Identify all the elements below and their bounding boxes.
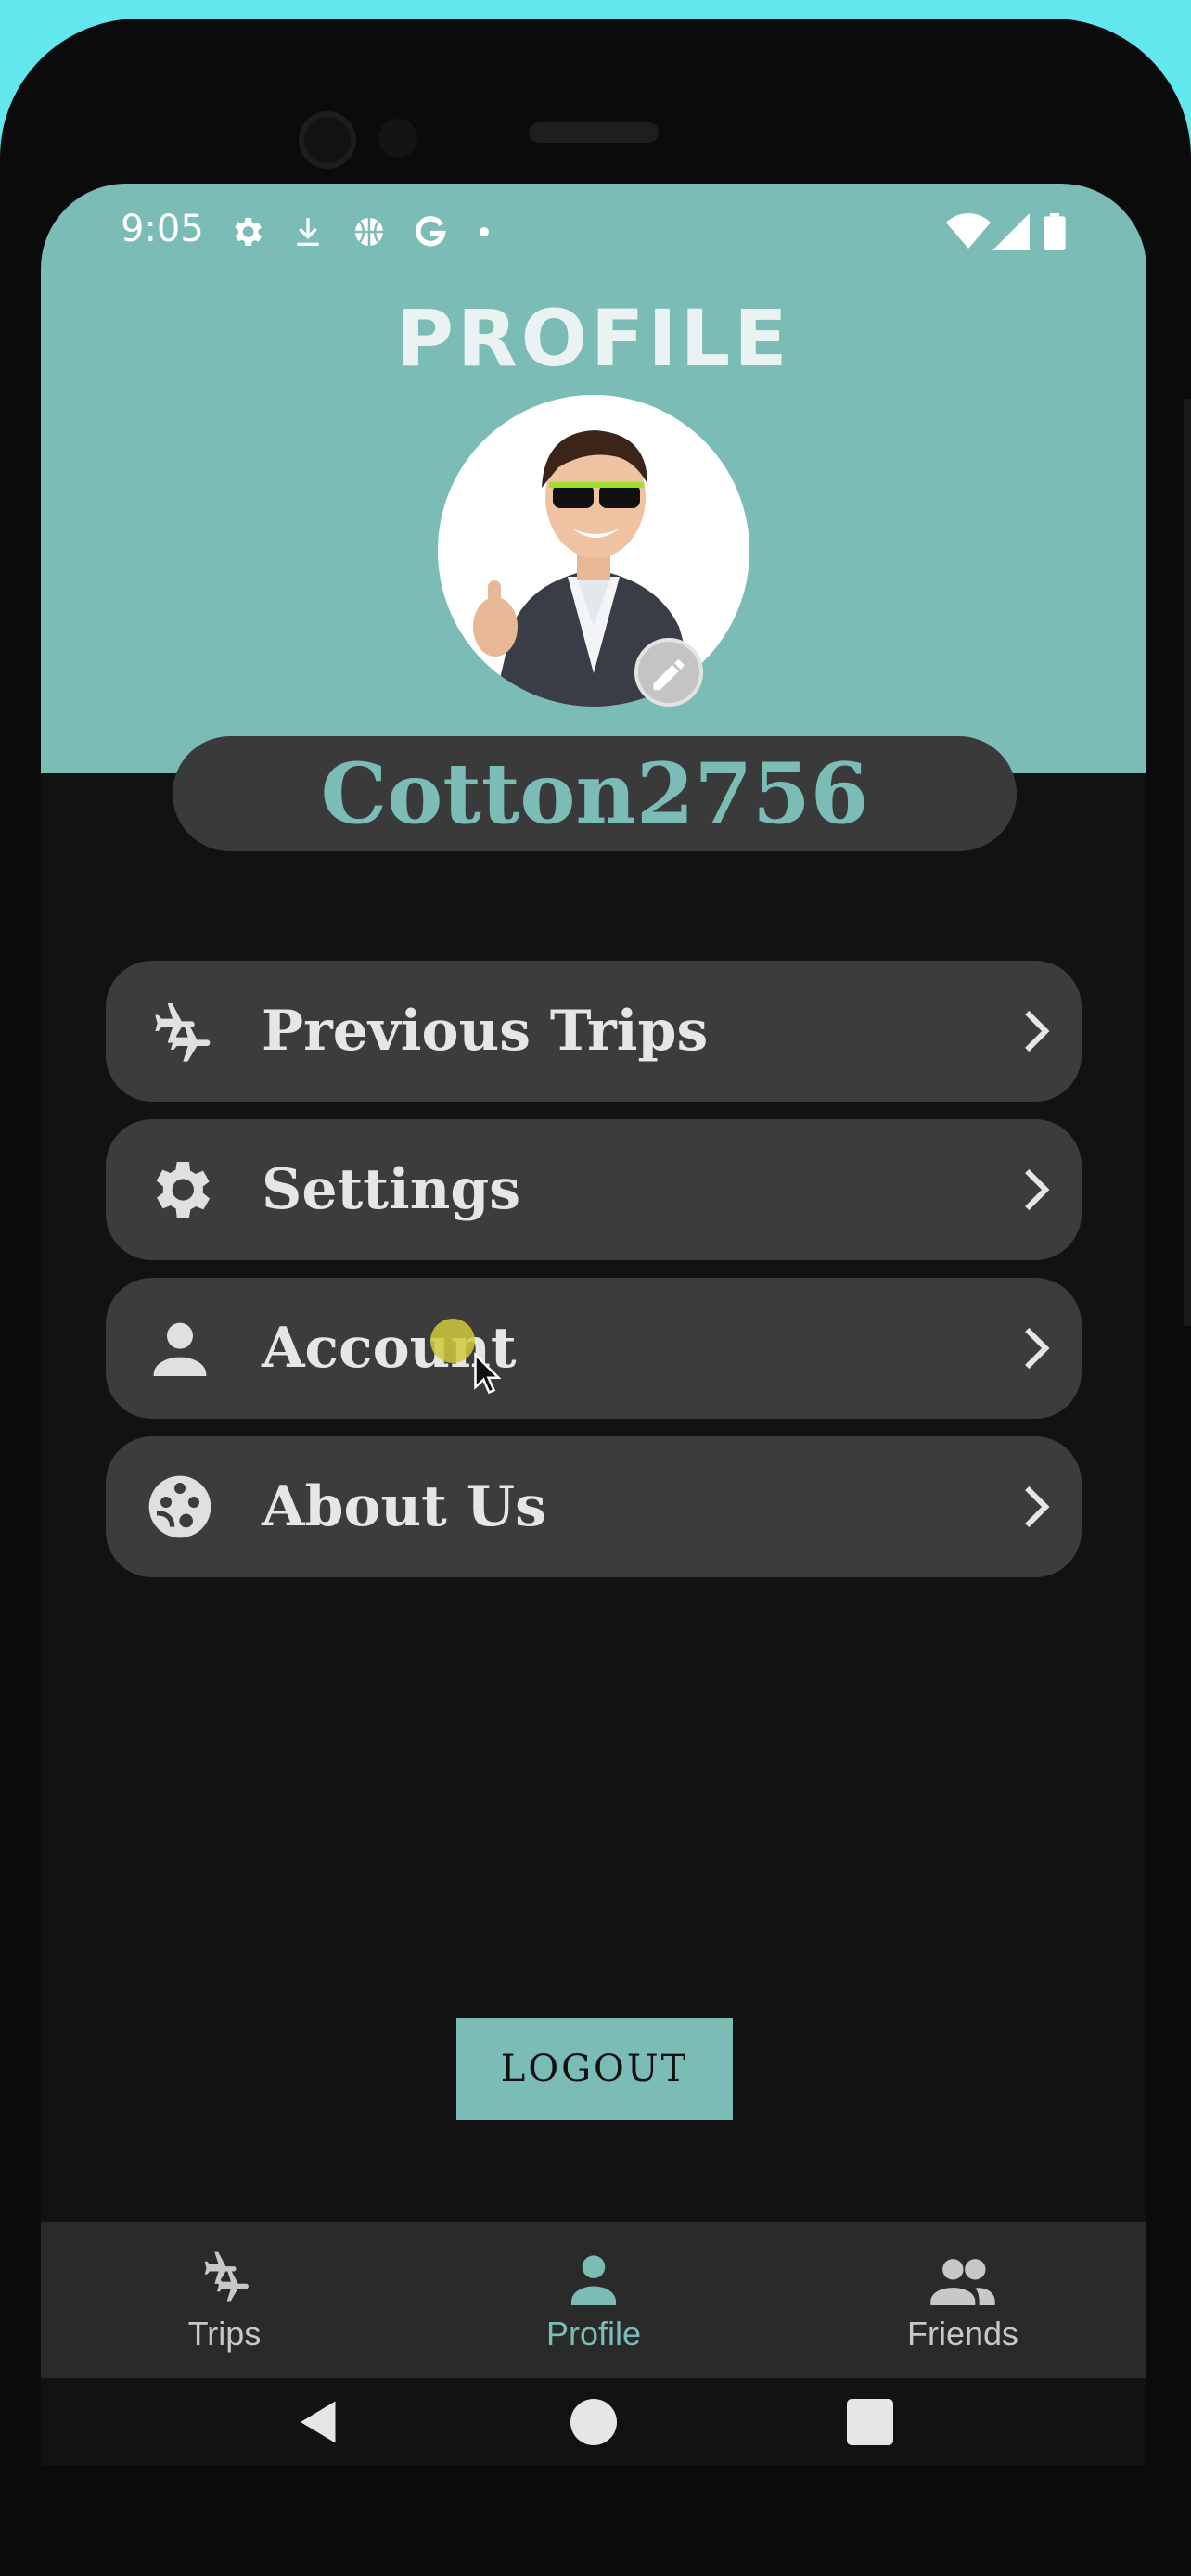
chevron-right-icon xyxy=(1025,1486,1050,1528)
profile-avatar[interactable] xyxy=(438,395,749,707)
bottom-navigation: Trips Profile Friends xyxy=(41,2222,1146,2378)
face-icon xyxy=(148,1475,211,1538)
menu-item-settings[interactable]: Settings xyxy=(106,1119,1082,1260)
pencil-icon xyxy=(653,659,685,691)
profile-header: 9:05 PROFILE xyxy=(41,184,1146,773)
home-icon[interactable] xyxy=(566,2394,621,2450)
proximity-sensor xyxy=(378,119,417,158)
system-navigation-bar xyxy=(41,2378,1146,2465)
front-camera xyxy=(299,111,356,169)
menu-item-label: Account xyxy=(262,1316,517,1381)
phone-side-edge xyxy=(1184,399,1191,1326)
logout-button[interactable]: LOGOUT xyxy=(456,2018,733,2120)
status-time: 9:05 xyxy=(121,208,204,250)
nav-tab-profile[interactable]: Profile xyxy=(455,2222,733,2378)
battery-icon xyxy=(1044,213,1066,250)
menu-item-previous-trips[interactable]: Previous Trips xyxy=(106,961,1082,1102)
status-bar: 9:05 xyxy=(41,184,1146,276)
group-icon xyxy=(930,2259,995,2305)
person-icon xyxy=(153,1322,207,1376)
menu-item-label: Previous Trips xyxy=(262,999,709,1064)
menu-item-account[interactable]: Account xyxy=(106,1278,1082,1419)
basketball-icon xyxy=(355,218,383,246)
chevron-right-icon xyxy=(1025,1168,1050,1211)
dot-icon xyxy=(480,227,489,236)
mouse-cursor-icon xyxy=(474,1352,501,1395)
nav-tab-label: Trips xyxy=(187,2315,262,2353)
google-g-icon xyxy=(416,216,446,247)
signal-icon xyxy=(992,213,1030,250)
chevron-right-icon xyxy=(1025,1327,1050,1370)
gear-icon xyxy=(156,1162,210,1218)
touch-indicator xyxy=(430,1319,475,1363)
menu-item-about-us[interactable]: About Us xyxy=(106,1436,1082,1577)
gear-icon xyxy=(235,218,262,246)
username: Cotton2756 xyxy=(320,745,869,843)
nav-tab-friends[interactable]: Friends xyxy=(824,2222,1102,2378)
chevron-right-icon xyxy=(1025,1010,1050,1052)
flights-icon xyxy=(204,2251,249,2302)
recents-icon[interactable] xyxy=(842,2394,898,2450)
nav-tab-trips[interactable]: Trips xyxy=(85,2222,364,2378)
download-icon xyxy=(297,218,319,246)
earpiece-speaker xyxy=(529,122,659,143)
menu-item-label: Settings xyxy=(262,1157,521,1222)
person-icon xyxy=(571,2255,616,2305)
nav-tab-label: Friends xyxy=(906,2315,1019,2353)
username-pill: Cotton2756 xyxy=(173,736,1017,851)
profile-photo xyxy=(438,395,749,707)
app-screen: 9:05 PROFILE Cotton2756 Previous Trips S… xyxy=(41,184,1146,2465)
phone-frame: 9:05 PROFILE Cotton2756 Previous Trips S… xyxy=(0,19,1191,2576)
nav-tab-label: Profile xyxy=(545,2315,642,2353)
back-icon[interactable] xyxy=(291,2394,347,2450)
flights-icon xyxy=(155,1003,211,1062)
edit-avatar-button[interactable] xyxy=(634,638,703,707)
page-title: PROFILE xyxy=(396,293,791,384)
wifi-icon xyxy=(946,213,991,249)
menu-item-label: About Us xyxy=(262,1474,546,1539)
